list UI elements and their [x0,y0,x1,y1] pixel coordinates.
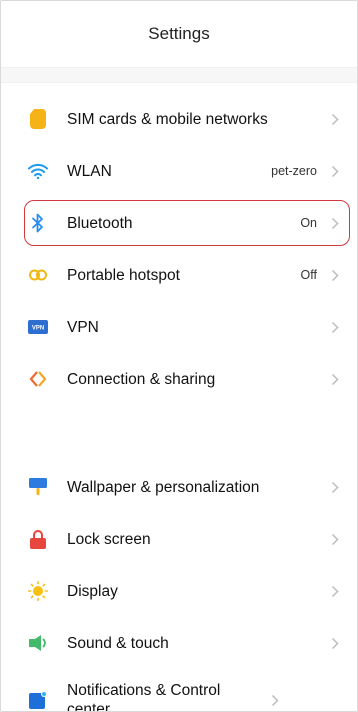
notifications-control-center-label: Notifications & Control center [67,682,221,712]
chevron-right-icon [327,635,343,651]
sim-cards-label: SIM cards & mobile networks [67,110,268,128]
network-section: SIM cards & mobile networks WLAN pet-zer… [1,83,357,405]
sim-cards-item[interactable]: SIM cards & mobile networks [1,93,357,145]
connection-sharing-item[interactable]: Connection & sharing [1,353,357,405]
portable-hotspot-value: Off [300,268,317,282]
wlan-label: WLAN [67,162,112,180]
portable-hotspot-label: Portable hotspot [67,266,180,284]
chevron-right-icon [327,319,343,335]
lock-screen-item[interactable]: Lock screen [1,513,357,565]
chevron-right-icon [327,479,343,495]
bluetooth-label: Bluetooth [67,214,133,232]
display-label: Display [67,582,118,600]
chevron-right-icon [327,583,343,599]
wallpaper-item[interactable]: Wallpaper & personalization [1,461,357,513]
sound-touch-label: Sound & touch [67,634,169,652]
wifi-icon [27,160,49,182]
chevron-right-icon [327,531,343,547]
connection-sharing-label: Connection & sharing [67,370,216,388]
notifications-control-center-item[interactable]: Notifications & Control center [1,669,357,712]
notifications-icon [27,689,49,711]
bluetooth-item[interactable]: Bluetooth On [1,197,357,249]
chevron-right-icon [267,692,283,708]
hotspot-icon [27,264,49,286]
sim-card-icon [27,108,49,130]
vpn-icon: VPN [27,316,49,338]
lock-screen-label: Lock screen [67,530,151,548]
display-icon [27,580,49,602]
chevron-right-icon [327,163,343,179]
wlan-item[interactable]: WLAN pet-zero [1,145,357,197]
chevron-right-icon [327,111,343,127]
display-item[interactable]: Display [1,565,357,617]
sharing-icon [27,368,49,390]
bluetooth-value: On [300,216,317,230]
vpn-item[interactable]: VPN VPN [1,301,357,353]
bluetooth-icon [27,212,49,234]
personal-section: Wallpaper & personalization Lock screen [1,451,357,712]
chevron-right-icon [327,267,343,283]
vpn-badge-text: VPN [32,326,44,332]
page-title: Settings [1,1,357,67]
wlan-value: pet-zero [271,164,317,178]
section-divider [1,67,357,83]
vpn-label: VPN [67,318,99,336]
settings-screen: Settings SIM cards & mobile networks WLA… [0,0,358,712]
speaker-icon [27,632,49,654]
lock-icon [27,528,49,550]
wallpaper-label: Wallpaper & personalization [67,478,260,496]
chevron-right-icon [327,371,343,387]
portable-hotspot-item[interactable]: Portable hotspot Off [1,249,357,301]
chevron-right-icon [327,215,343,231]
sound-touch-item[interactable]: Sound & touch [1,617,357,669]
page-title-text: Settings [148,24,210,43]
wallpaper-icon [27,476,49,498]
